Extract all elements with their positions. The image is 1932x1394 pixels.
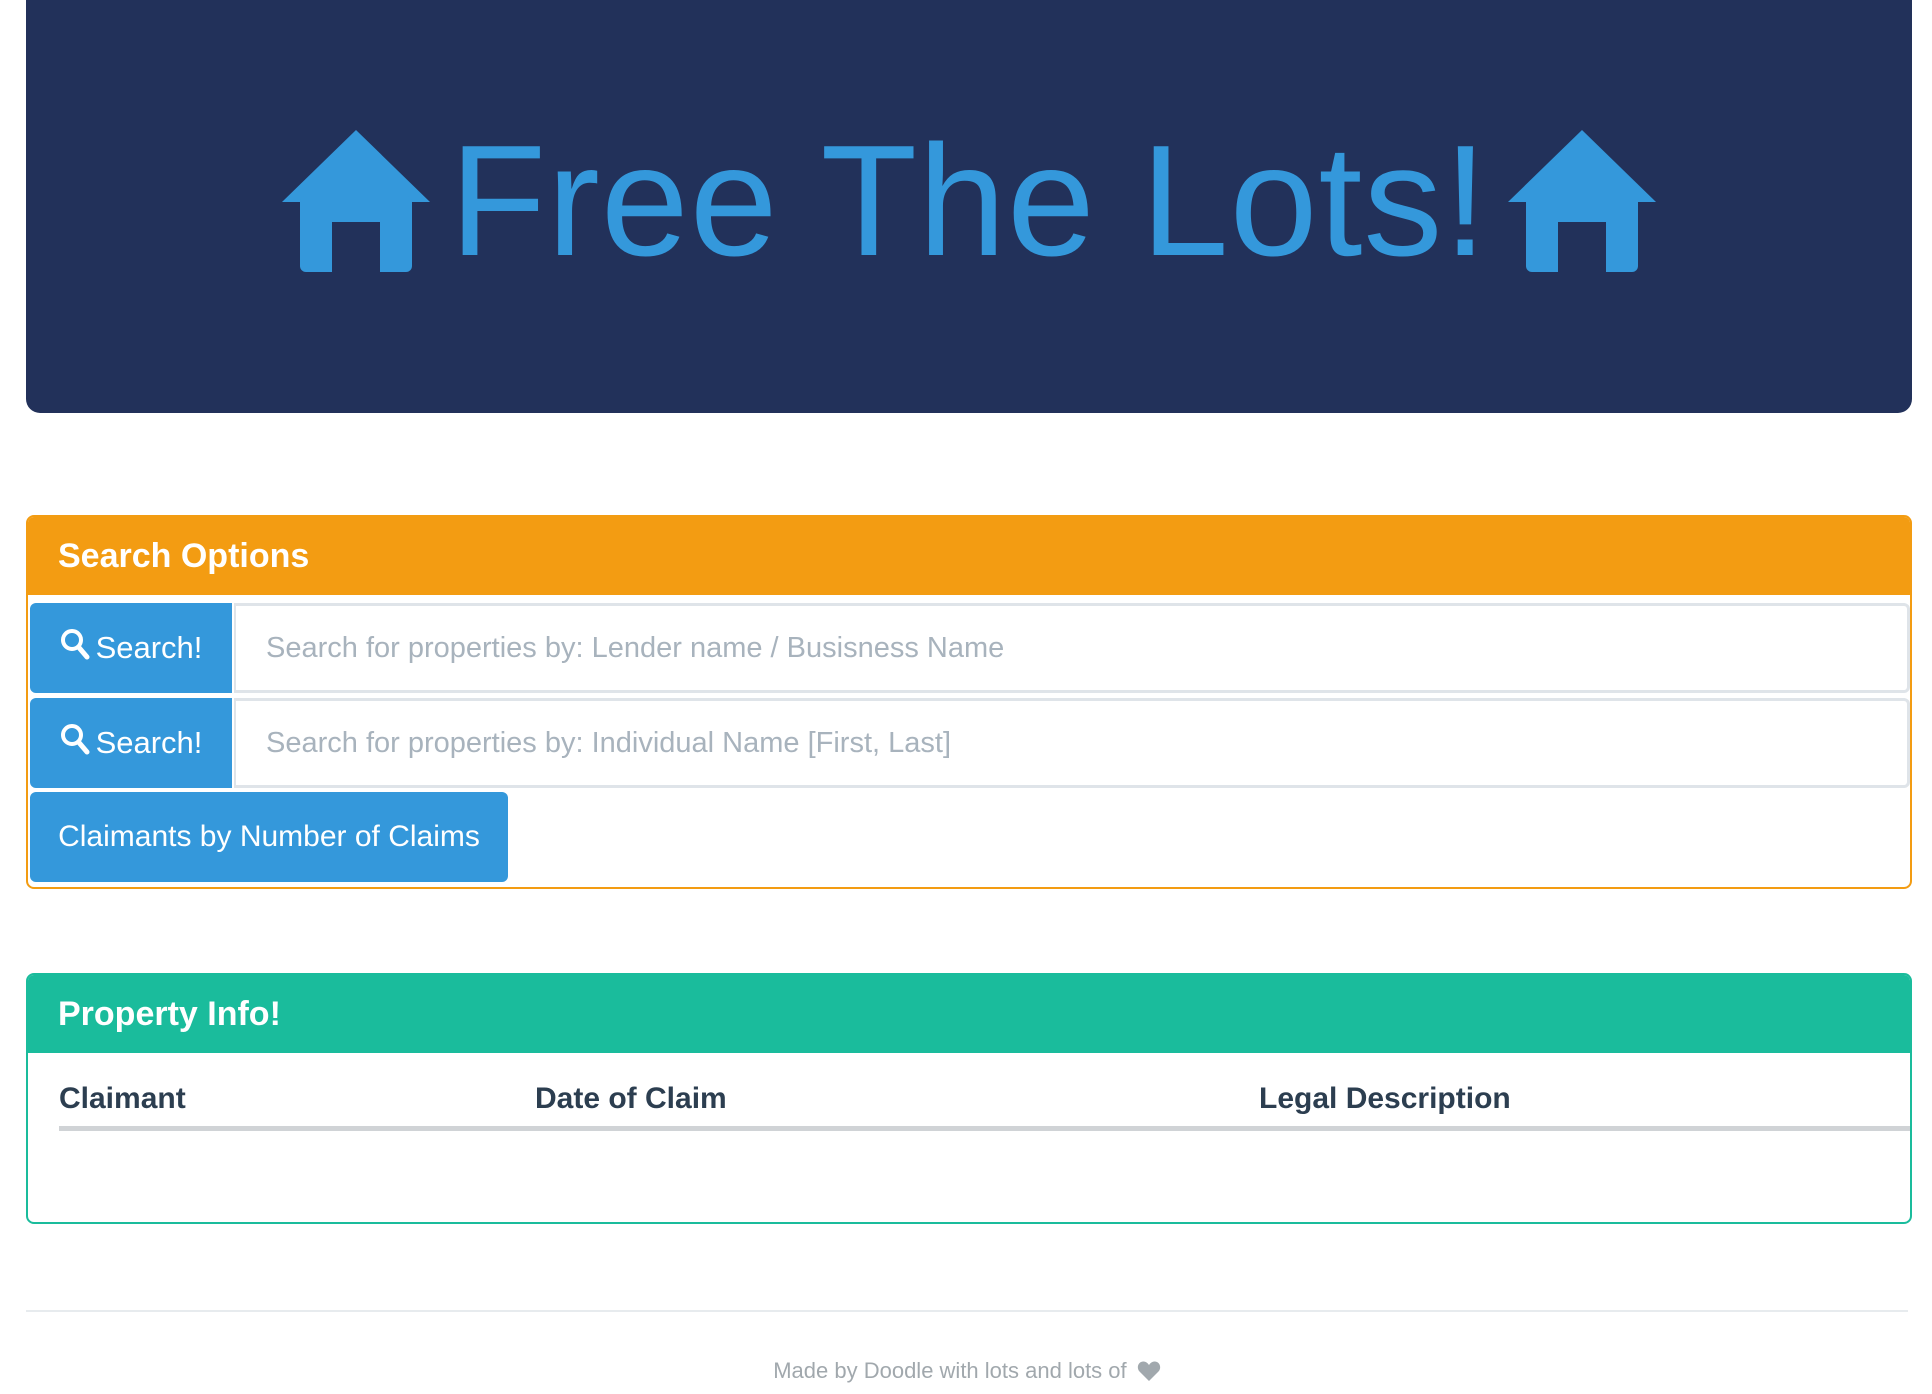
footer: Made by Doodle with lots and lots of (26, 1358, 1908, 1384)
brand: Free The Lots! (281, 112, 1657, 289)
property-info-heading: Property Info! (28, 975, 1910, 1053)
footer-text: Made by Doodle with lots and lots of (773, 1358, 1127, 1383)
individual-search-input[interactable] (234, 698, 1910, 788)
column-header-date-of-claim: Date of Claim (535, 1082, 727, 1115)
individual-search-row: Search! (30, 698, 1910, 788)
claimants-by-claims-button[interactable]: Claimants by Number of Claims (30, 792, 508, 882)
property-info-panel: Property Info! Claimant Date of Claim Le… (26, 973, 1912, 1224)
search-button-label: Search! (95, 630, 203, 665)
heart-icon (1133, 1358, 1161, 1383)
column-header-legal-description: Legal Description (1259, 1082, 1511, 1115)
search-icon (60, 723, 96, 763)
home-icon (1508, 129, 1657, 272)
lender-search-input[interactable] (234, 603, 1910, 693)
lender-search-row: Search! (30, 603, 1910, 693)
property-table-header: Claimant Date of Claim Legal Description (59, 1082, 1910, 1131)
search-button-label: Search! (95, 725, 203, 760)
home-icon (281, 129, 430, 272)
footer-divider (26, 1310, 1908, 1312)
individual-search-button[interactable]: Search! (30, 698, 232, 788)
search-icon (60, 628, 96, 668)
search-options-heading: Search Options (28, 517, 1910, 595)
search-options-panel: Search Options Search! Search! Cl (26, 515, 1912, 889)
lender-search-button[interactable]: Search! (30, 603, 232, 693)
header-banner: Free The Lots! (26, 0, 1912, 413)
page-title: Free The Lots! (449, 112, 1489, 289)
column-header-claimant: Claimant (59, 1082, 186, 1115)
